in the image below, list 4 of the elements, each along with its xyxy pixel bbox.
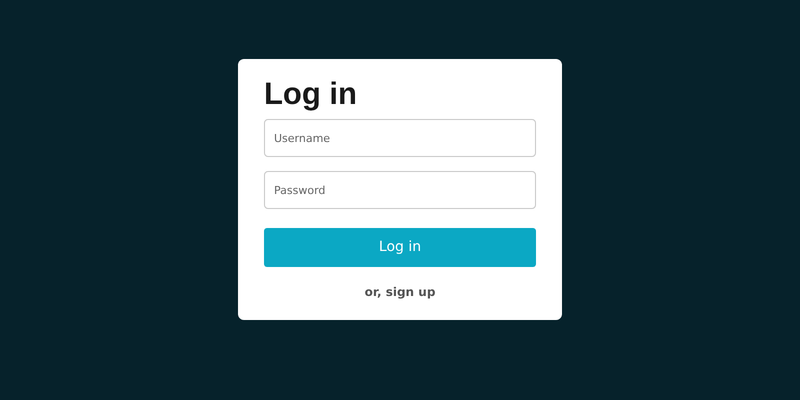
input-field[interactable]: Password (264, 171, 536, 209)
login-title: Log in (264, 75, 358, 113)
input-field[interactable]: Username (264, 119, 536, 157)
signup-link[interactable]: or, sign up (364, 285, 436, 299)
